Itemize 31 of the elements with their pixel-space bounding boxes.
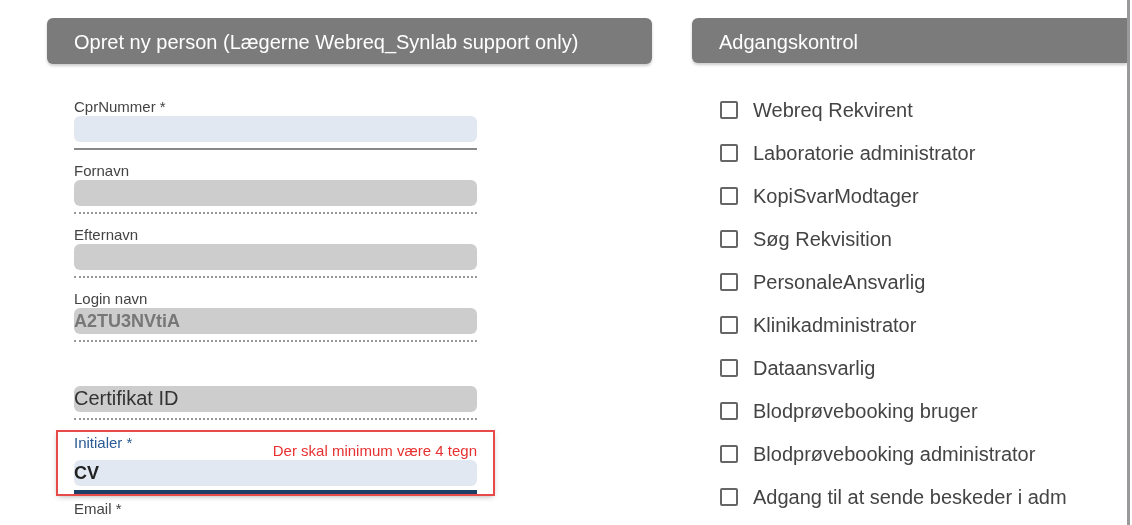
checkbox[interactable] bbox=[720, 187, 738, 205]
input-field[interactable]: CV bbox=[74, 460, 477, 486]
field-label: Efternavn bbox=[74, 226, 139, 244]
checkbox-label: Klinikadministrator bbox=[753, 313, 917, 338]
checkbox[interactable] bbox=[720, 402, 738, 420]
checkbox-label: Laboratorie administrator bbox=[753, 141, 976, 166]
checkbox-label: Dataansvarlig bbox=[753, 356, 876, 381]
checkbox[interactable] bbox=[720, 230, 738, 248]
checkbox-label: Søg Rekvisition bbox=[753, 227, 892, 252]
checkbox[interactable] bbox=[720, 316, 738, 334]
panel-header: Adgangskontrol bbox=[692, 18, 1127, 63]
field-label: Initialer * bbox=[74, 434, 133, 452]
checkbox[interactable] bbox=[720, 144, 738, 162]
field-label: Email * bbox=[74, 500, 122, 518]
field-label: Fornavn bbox=[74, 162, 130, 180]
checkbox[interactable] bbox=[720, 101, 738, 119]
checkbox-label: KopiSvarModtager bbox=[753, 184, 919, 209]
field-label: Login navn bbox=[74, 290, 148, 308]
checkbox[interactable] bbox=[720, 273, 738, 291]
checkbox-label: PersonaleAnsvarlig bbox=[753, 270, 926, 295]
checkbox[interactable] bbox=[720, 445, 738, 463]
panel-header: Opret ny person (Lægerne Webreq_Synlab support only) bbox=[47, 18, 652, 64]
checkbox[interactable] bbox=[720, 359, 738, 377]
checkbox-label: Blodprøvebooking administrator bbox=[753, 442, 1036, 467]
checkbox-label: Adgang til at sende beskeder i adm bbox=[753, 485, 1067, 510]
checkbox[interactable] bbox=[720, 488, 738, 506]
checkbox-label: Webreq Rekvirent bbox=[753, 98, 913, 123]
checkbox-label: Blodprøvebooking bruger bbox=[753, 399, 978, 424]
field-label: CprNummer * bbox=[74, 98, 166, 116]
input-field[interactable] bbox=[74, 116, 477, 142]
error-message: Der skal minimum være 4 tegn bbox=[272, 442, 477, 460]
